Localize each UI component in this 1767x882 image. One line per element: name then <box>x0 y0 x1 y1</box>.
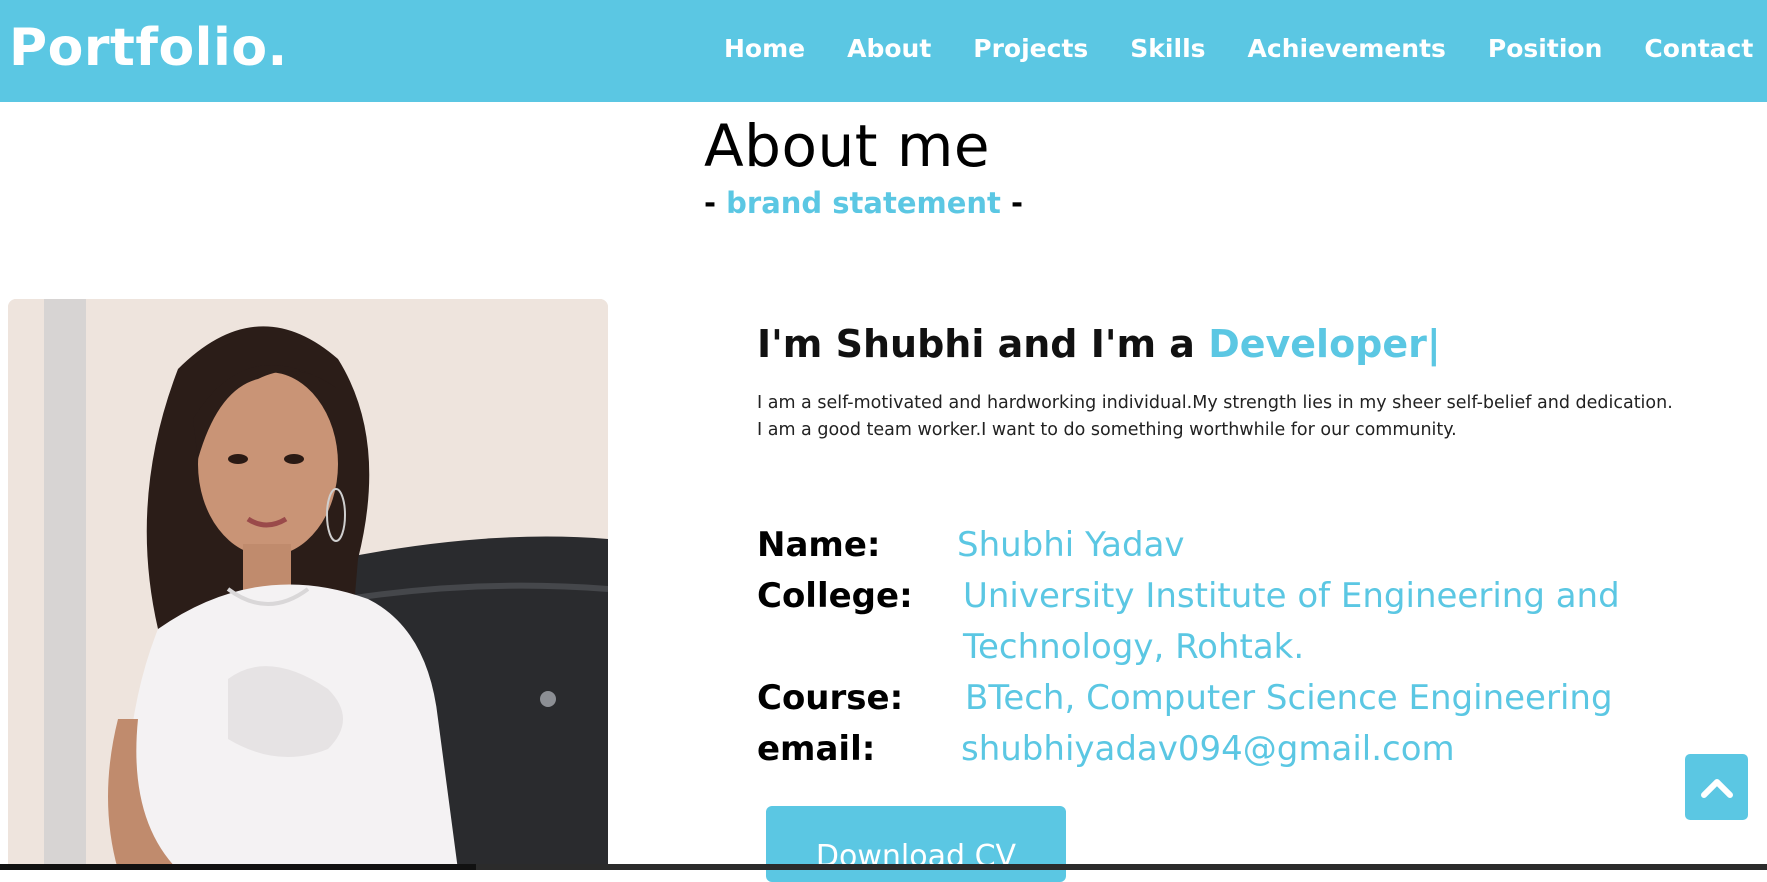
profile-photo <box>8 299 608 870</box>
nav-links: Home About Projects Skills Achievements … <box>724 34 1767 63</box>
intro-prefix: I'm Shubhi and I'm a <box>757 322 1209 366</box>
bio: I am a self-motivated and hardworking in… <box>757 390 1673 444</box>
name-value: Shubhi Yadav <box>957 525 1185 565</box>
download-cv-button[interactable]: Download CV <box>766 806 1066 882</box>
section-title: About me <box>704 112 991 180</box>
chevron-up-icon <box>1700 779 1733 798</box>
subtitle-accent: brand statement <box>726 186 1001 220</box>
course-value: BTech, Computer Science Engineering <box>965 678 1613 718</box>
info-row-course: Course: BTech, Computer Science Engineer… <box>757 673 1613 724</box>
intro-heading: I'm Shubhi and I'm a Developer| <box>757 322 1441 366</box>
navbar: Portfolio. Home About Projects Skills Ac… <box>0 0 1767 102</box>
nav-link-about[interactable]: About <box>847 34 931 63</box>
back-to-top-button[interactable] <box>1685 754 1748 820</box>
bio-line-1: I am a self-motivated and hardworking in… <box>757 393 1673 413</box>
email-value[interactable]: shubhiyadav094@gmail.com <box>961 724 1455 775</box>
email-label: email: <box>757 729 876 769</box>
info-row-name: Name: Shubhi Yadav <box>757 520 1185 571</box>
name-label: Name: <box>757 525 881 565</box>
logo[interactable]: Portfolio. <box>9 18 288 78</box>
college-label: College: <box>757 576 913 616</box>
nav-link-contact[interactable]: Contact <box>1644 34 1753 63</box>
nav-link-skills[interactable]: Skills <box>1130 34 1205 63</box>
course-label: Course: <box>757 678 904 718</box>
scrollbar-thumb[interactable] <box>0 864 476 870</box>
info-row-email: email: shubhiyadav094@gmail.com <box>757 724 1455 775</box>
nav-link-home[interactable]: Home <box>724 34 805 63</box>
nav-link-position[interactable]: Position <box>1488 34 1602 63</box>
bio-line-2: I am a good team worker.I want to do som… <box>757 420 1457 440</box>
info-row-college: College: University Institute of Enginee… <box>757 571 1620 622</box>
subtitle-prefix: - <box>704 186 727 220</box>
section-subtitle: - brand statement - <box>704 186 1023 220</box>
intro-role: Developer| <box>1208 322 1441 366</box>
college-value-line-1: University Institute of Engineering and <box>963 576 1620 616</box>
horizontal-scrollbar[interactable] <box>0 864 1767 870</box>
nav-link-achievements[interactable]: Achievements <box>1248 34 1446 63</box>
college-value-line-2: Technology, Rohtak. <box>963 627 1305 667</box>
nav-link-projects[interactable]: Projects <box>973 34 1088 63</box>
subtitle-suffix: - <box>1000 186 1024 220</box>
